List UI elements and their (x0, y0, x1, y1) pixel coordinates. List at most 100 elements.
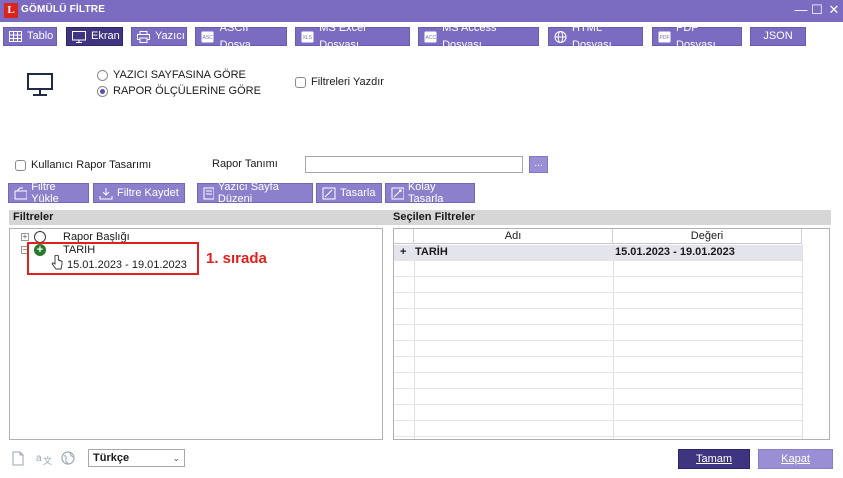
table-row-empty (394, 293, 802, 309)
checkbox-kullanici-rapor-tasarimi[interactable]: Kullanıcı Rapor Tasarımı (15, 159, 151, 171)
button-label: Kolay Tasarla (407, 181, 444, 205)
app-logo: L (4, 3, 18, 18)
tab-label: HTML Dosyası (572, 21, 612, 51)
table-row-empty (394, 389, 802, 405)
tab-label: Tablo (27, 30, 54, 42)
design-button[interactable]: Tasarla (316, 183, 382, 203)
radio-circle (97, 69, 108, 81)
excel-file-icon: XLS (301, 31, 314, 43)
tab-label: MS Access Dosyası (442, 21, 497, 51)
row-value: 15.01.2023 - 19.01.2023 (615, 246, 735, 258)
monitor-preview-icon (27, 73, 53, 100)
maximize-icon[interactable]: ☐ (809, 2, 825, 18)
save-filter-button[interactable]: Filtre Kaydet (93, 183, 185, 203)
globe-language-icon[interactable] (61, 451, 75, 466)
translate-icon[interactable]: a文 (36, 451, 52, 466)
monitor-icon (72, 30, 86, 43)
browse-button[interactable]: ... (529, 156, 548, 173)
button-label: Tasarla (340, 187, 376, 199)
language-select[interactable]: Türkçe ⌄ (88, 449, 185, 467)
easy-design-icon (391, 187, 404, 199)
download-icon (99, 187, 113, 199)
radio-rapor-olculerine-gore[interactable]: RAPOR ÖLÇÜLERİNE GÖRE (97, 85, 261, 97)
selected-filters-heading: Seçilen Filtreler (389, 210, 831, 225)
checkbox-box (295, 76, 306, 88)
tab-ekran[interactable]: Ekran (66, 27, 123, 46)
expand-icon[interactable]: + (21, 233, 29, 241)
row-marker: + (400, 246, 407, 258)
tab-excel[interactable]: XLS MS Excel Dosyası (295, 22, 410, 51)
checkbox-filtreleri-yazdir[interactable]: Filtreleri Yazdır (295, 76, 384, 88)
svg-text:文: 文 (43, 455, 52, 466)
annotation-box (27, 242, 199, 275)
table-row-empty (394, 309, 802, 325)
button-label: Yazıcı Sayfa Düzeni (217, 181, 279, 205)
button-label: Filtre Yükle (31, 181, 59, 205)
access-file-icon: ACC (424, 31, 437, 43)
load-filter-button[interactable]: Filtre Yükle (8, 181, 89, 205)
table-row-empty (394, 325, 802, 341)
table-row-empty (394, 405, 802, 421)
minimize-icon[interactable]: — (793, 2, 809, 18)
grid-header: Adı Değeri (394, 229, 802, 244)
radio-yazici-sayfasina-gore[interactable]: YAZICI SAYFASINA GÖRE (97, 69, 246, 81)
table-icon (9, 31, 22, 43)
tab-ascii[interactable]: ASC ASCII Dosya (195, 22, 287, 51)
annotation-label: 1. sırada (206, 250, 267, 267)
radio-circle (97, 85, 108, 97)
filters-heading: Filtreler (9, 210, 389, 225)
language-value: Türkçe (93, 452, 130, 464)
header-marker (394, 229, 414, 244)
button-label: Kapat (781, 453, 810, 465)
header-degeri[interactable]: Değeri (613, 229, 802, 244)
globe-icon (554, 30, 567, 43)
pdf-file-icon: PDF (658, 31, 671, 43)
tab-label: JSON (763, 30, 793, 42)
page-layout-button[interactable]: Yazıcı Sayfa Düzeni (197, 181, 313, 205)
button-label: Tamam (695, 453, 733, 465)
ok-button[interactable]: Tamam (678, 449, 750, 469)
close-button[interactable]: Kapat (758, 449, 833, 469)
table-row-empty (394, 277, 802, 293)
tab-json[interactable]: JSON (750, 27, 806, 46)
column-divider (802, 244, 803, 439)
page-icon (203, 187, 214, 199)
table-row[interactable]: + TARİH 15.01.2023 - 19.01.2023 (394, 245, 802, 261)
load-folder-icon (14, 187, 28, 199)
table-row-empty (394, 373, 802, 389)
table-row-empty (394, 341, 802, 357)
svg-text:ASC: ASC (203, 35, 214, 41)
checkbox-label: Kullanıcı Rapor Tasarımı (31, 159, 152, 171)
checkbox-box (15, 159, 26, 171)
easy-design-button[interactable]: Kolay Tasarla (385, 181, 475, 205)
header-adi[interactable]: Adı (414, 229, 613, 244)
report-definition-input[interactable] (305, 156, 523, 173)
chevron-down-icon: ⌄ (172, 453, 180, 463)
radio-label: RAPOR ÖLÇÜLERİNE GÖRE (113, 85, 261, 97)
tab-pdf[interactable]: PDF PDF Dosyası (652, 22, 742, 51)
checkbox-label: Filtreleri Yazdır (311, 76, 384, 88)
table-row-empty (394, 261, 802, 277)
printer-icon (137, 30, 150, 43)
button-label: Filtre Kaydet (117, 187, 179, 199)
document-icon[interactable] (12, 451, 26, 466)
window-title: GÖMÜLÜ FİLTRE (21, 4, 106, 15)
tab-tablo[interactable]: Tablo (3, 27, 57, 46)
tab-label: Ekran (91, 30, 120, 42)
tab-label: ASCII Dosya (219, 21, 251, 51)
table-row-empty (394, 421, 802, 437)
svg-text:ACC: ACC (426, 35, 437, 41)
design-icon (322, 187, 336, 199)
tab-label: PDF Dosyası (676, 21, 716, 51)
table-row-empty (394, 357, 802, 373)
tab-html[interactable]: HTML Dosyası (548, 22, 643, 51)
svg-text:PDF: PDF (660, 35, 670, 41)
radio-label: YAZICI SAYFASINA GÖRE (113, 69, 246, 81)
tab-access[interactable]: ACC MS Access Dosyası (418, 22, 539, 51)
ascii-file-icon: ASC (201, 31, 215, 43)
report-definition-label: Rapor Tanımı (212, 158, 278, 170)
tab-yazici[interactable]: Yazıcı (131, 27, 187, 46)
svg-text:a: a (36, 453, 42, 464)
close-icon[interactable]: ✕ (826, 2, 842, 18)
svg-text:XLS: XLS (303, 35, 313, 41)
